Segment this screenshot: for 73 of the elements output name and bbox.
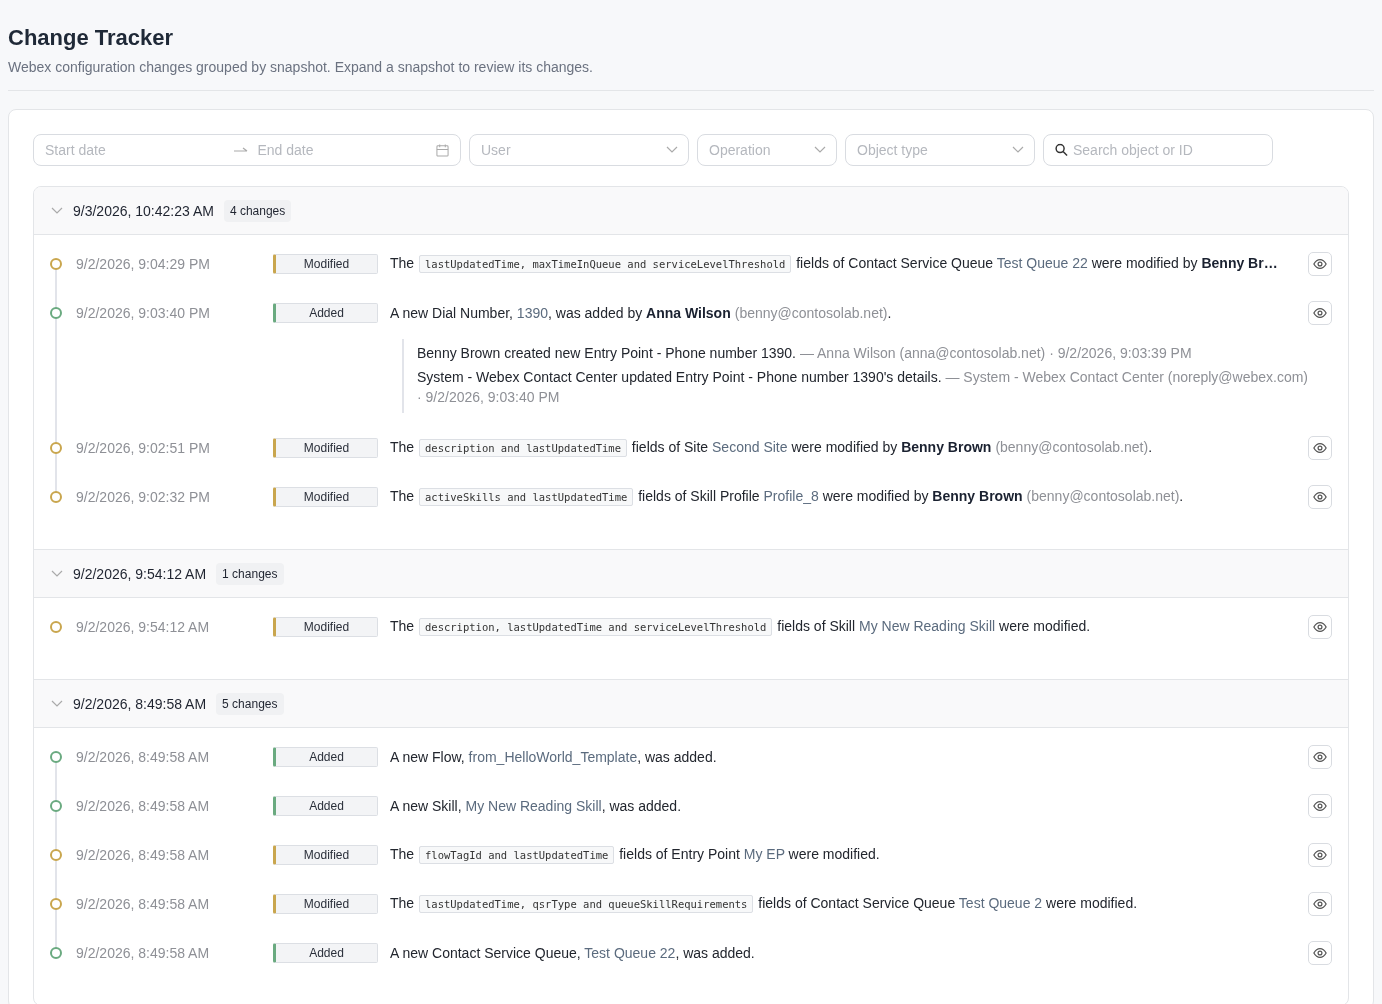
view-button[interactable]: [1308, 940, 1332, 965]
change-time: 9/2/2026, 8:49:58 AM: [76, 748, 211, 765]
operation-tag: Modified: [273, 616, 378, 637]
change-count: 4 changes: [223, 199, 292, 222]
page-subtitle: Webex configuration changes grouped by snapshot. Expand a snapshot to review its changes.: [8, 58, 594, 76]
snapshot-time: 9/2/2026, 8:49:58 AM: [73, 695, 207, 712]
change-time: 9/2/2026, 9:02:51 PM: [76, 439, 211, 456]
change-count: 1 changes: [216, 562, 284, 585]
view-button[interactable]: [1308, 300, 1332, 325]
chevron-down-icon: [666, 146, 678, 154]
snapshot-time: 9/3/2026, 10:42:23 AM: [73, 202, 214, 219]
eye-icon: [1313, 305, 1327, 320]
change-time: 9/2/2026, 8:49:58 AM: [76, 944, 211, 961]
view-button[interactable]: [1308, 435, 1332, 460]
change-description: The flowTagId and lastUpdatedTime fields of Entry Point My EP were modified.: [390, 845, 881, 865]
eye-icon: [1313, 749, 1327, 764]
operation-tag: Added: [273, 302, 378, 323]
operation-tag: Modified: [273, 893, 378, 914]
change-time: 9/2/2026, 8:49:58 AM: [76, 846, 211, 863]
date-range-field[interactable]: Start date End date: [33, 134, 461, 166]
search-icon: [1055, 143, 1068, 157]
eye-icon: [1313, 256, 1327, 271]
chevron-down-icon: [814, 146, 826, 154]
view-button[interactable]: [1308, 614, 1332, 639]
activity-note: System - Webex Contact Center updated Entry Point - Phone number 1390's details. — System - Webex Contact Center (noreply@webex.com) · 9/2/2026, 9:03:40 PM: [417, 368, 1308, 407]
eye-icon: [1313, 489, 1327, 504]
view-button[interactable]: [1308, 793, 1332, 818]
view-button[interactable]: [1308, 484, 1332, 509]
view-button[interactable]: [1308, 744, 1332, 769]
snapshot-time: 9/2/2026, 9:54:12 AM: [73, 565, 207, 582]
change-description: A new Skill, My New Reading Skill, was added.: [390, 796, 683, 816]
search-field[interactable]: Search object or ID: [1043, 134, 1273, 166]
change-time: 9/2/2026, 9:03:40 PM: [76, 304, 211, 321]
change-description: A new Dial Number, 1390, was added by Anna Wilson (benny@contosolab.net).: [390, 303, 893, 323]
operation-tag: Added: [273, 942, 378, 963]
view-button[interactable]: [1308, 842, 1332, 867]
operation-tag: Added: [273, 746, 378, 767]
eye-icon: [1313, 896, 1327, 911]
activity-note: Benny Brown created new Entry Point - Phone number 1390. — Anna Wilson (anna@contosolab.net) · 9/2/2026, 9:03:39 PM: [417, 344, 1193, 363]
change-time: 9/2/2026, 8:49:58 AM: [76, 895, 211, 912]
end-date-input[interactable]: End date: [257, 142, 436, 158]
chevron-down-icon: [1012, 146, 1024, 154]
eye-icon: [1313, 798, 1327, 813]
change-time: 9/2/2026, 9:04:29 PM: [76, 255, 211, 272]
start-date-input[interactable]: Start date: [45, 142, 224, 158]
select-field[interactable]: Object type: [845, 134, 1035, 166]
operation-tag: Modified: [273, 437, 378, 458]
change-description: The lastUpdatedTime, qsrType and queueSkillRequirements fields of Contact Service Queue Test Queue 2 were modified.: [390, 894, 1139, 914]
change-time: 9/2/2026, 9:02:32 PM: [76, 488, 211, 505]
change-description: The lastUpdatedTime, maxTimeInQueue and serviceLevelThreshold fields of Contact Service Queue Test Queue 22 were modified by Benny Br…: [390, 254, 1279, 274]
arrow-icon: [233, 146, 248, 154]
eye-icon: [1313, 619, 1327, 634]
operation-tag: Added: [273, 795, 378, 816]
select-field[interactable]: User: [469, 134, 689, 166]
change-time: 9/2/2026, 9:54:12 AM: [76, 618, 211, 635]
change-description: A new Contact Service Queue, Test Queue 22, was added.: [390, 943, 756, 963]
select-field[interactable]: Operation: [697, 134, 837, 166]
change-time: 9/2/2026, 8:49:58 AM: [76, 797, 211, 814]
change-description: The activeSkills and lastUpdatedTime fields of Skill Profile Profile_8 were modified by Benny Brown (benny@contosolab.net).: [390, 487, 1185, 507]
view-button[interactable]: [1308, 251, 1332, 276]
change-description: A new Flow, from_HelloWorld_Template, was added.: [390, 747, 718, 767]
eye-icon: [1313, 440, 1327, 455]
page-title: Change Tracker: [8, 24, 175, 52]
eye-icon: [1313, 847, 1327, 862]
eye-icon: [1313, 945, 1327, 960]
view-button[interactable]: [1308, 891, 1332, 916]
change-description: The description and lastUpdatedTime fields of Site Second Site were modified by Benny Brown (benny@contosolab.net).: [390, 438, 1153, 458]
operation-tag: Modified: [273, 486, 378, 507]
change-description: The description, lastUpdatedTime and serviceLevelThreshold fields of Skill My New Reading Skill were modified.: [390, 617, 1092, 637]
operation-tag: Modified: [273, 253, 378, 274]
operation-tag: Modified: [273, 844, 378, 865]
calendar-icon: [436, 143, 449, 157]
change-count: 5 changes: [216, 692, 284, 715]
